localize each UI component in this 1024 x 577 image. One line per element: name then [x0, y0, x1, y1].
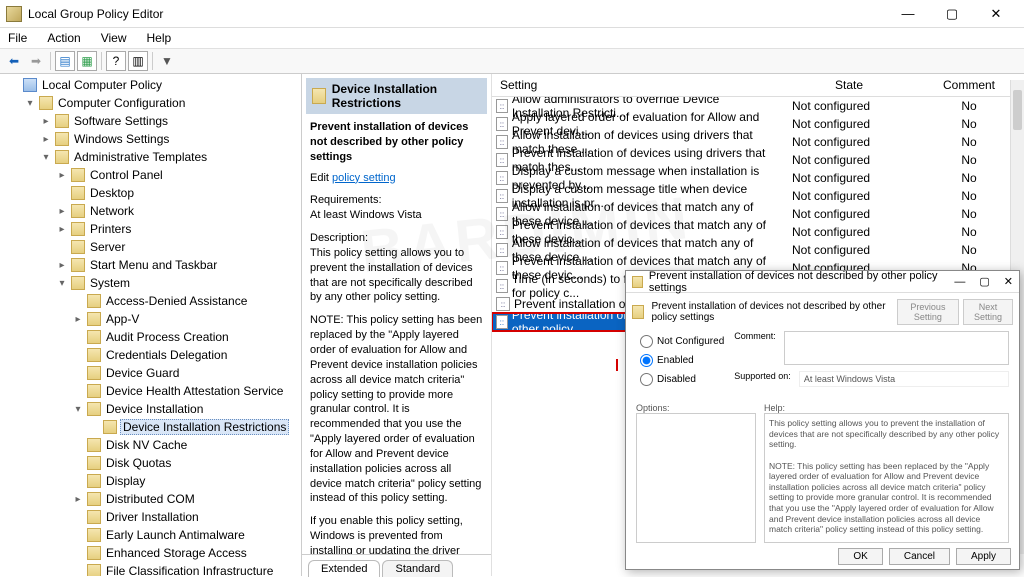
- options-label: Options:: [636, 403, 756, 413]
- radio-disabled[interactable]: Disabled: [640, 373, 724, 386]
- tree-item[interactable]: ▾Computer Configuration: [0, 94, 301, 112]
- back-button[interactable]: ⬅: [4, 51, 24, 71]
- tree-item[interactable]: Early Launch Antimalware: [0, 526, 301, 544]
- description-column: Device Installation Restrictions Prevent…: [302, 74, 492, 576]
- tree-pane[interactable]: Local Computer Policy▾Computer Configura…: [0, 74, 302, 576]
- tree-item[interactable]: Disk NV Cache: [0, 436, 301, 454]
- tree-item[interactable]: Device Guard: [0, 364, 301, 382]
- toolbar-btn-1[interactable]: ▤: [55, 51, 75, 71]
- tree-item[interactable]: ▸Windows Settings: [0, 130, 301, 148]
- edit-label: Edit: [310, 172, 332, 184]
- forward-button[interactable]: ➡: [26, 51, 46, 71]
- tree-item[interactable]: Display: [0, 472, 301, 490]
- tree-item[interactable]: Device Installation Restrictions: [0, 418, 301, 436]
- tree-item[interactable]: ▾Administrative Templates: [0, 148, 301, 166]
- tree-item[interactable]: Enhanced Storage Access: [0, 544, 301, 562]
- apply-button[interactable]: Apply: [956, 548, 1011, 565]
- dsc-head: Description:: [310, 232, 368, 244]
- menu-view[interactable]: View: [97, 31, 131, 45]
- tree-item[interactable]: File Classification Infrastructure: [0, 562, 301, 576]
- titlebar: Local Group Policy Editor — ▢ ✕: [0, 0, 1024, 28]
- tree-item[interactable]: ▸Software Settings: [0, 112, 301, 130]
- refresh-button[interactable]: ?: [106, 51, 126, 71]
- close-button[interactable]: ✕: [974, 1, 1018, 27]
- comment-input[interactable]: [784, 331, 1009, 365]
- tree-item[interactable]: Access-Denied Assistance: [0, 292, 301, 310]
- menubar: File Action View Help: [0, 28, 1024, 48]
- menu-action[interactable]: Action: [43, 31, 84, 45]
- policy-setting-link[interactable]: policy setting: [332, 172, 396, 184]
- tree-item[interactable]: Audit Process Creation: [0, 328, 301, 346]
- ok-button[interactable]: OK: [838, 548, 882, 565]
- tree-item[interactable]: ▸App-V: [0, 310, 301, 328]
- comment-label: Comment:: [734, 331, 776, 341]
- dialog-icon: [632, 276, 643, 288]
- help-box[interactable]: This policy setting allows you to preven…: [764, 413, 1009, 543]
- tree-item[interactable]: Desktop: [0, 184, 301, 202]
- tree-item[interactable]: ▸Printers: [0, 220, 301, 238]
- window-title: Local Group Policy Editor: [28, 7, 886, 21]
- dialog-title: Prevent installation of devices not desc…: [649, 270, 942, 294]
- toolbar: ⬅ ➡ ▤ ▦ ? ▥ ▼: [0, 48, 1024, 74]
- maximize-button[interactable]: ▢: [930, 1, 974, 27]
- supported-text: At least Windows Vista: [799, 371, 1009, 387]
- radio-not-configured[interactable]: Not Configured: [640, 335, 724, 348]
- tree-item[interactable]: ▾System: [0, 274, 301, 292]
- tree-item[interactable]: Driver Installation: [0, 508, 301, 526]
- dialog-subtitle: Prevent installation of devices not desc…: [652, 301, 889, 323]
- tree-item[interactable]: Credentials Delegation: [0, 346, 301, 364]
- col-comment[interactable]: Comment: [914, 74, 1024, 96]
- cancel-button[interactable]: Cancel: [889, 548, 950, 565]
- tree-item[interactable]: Disk Quotas: [0, 454, 301, 472]
- tree-item[interactable]: Local Computer Policy: [0, 76, 301, 94]
- desc-p2: NOTE: This policy setting has been repla…: [310, 313, 483, 506]
- prev-setting-button[interactable]: Previous Setting: [897, 299, 959, 325]
- options-box: [636, 413, 756, 543]
- policy-dialog: Prevent installation of devices not desc…: [625, 270, 1020, 570]
- req-text: At least Windows Vista: [310, 209, 422, 221]
- tree-item[interactable]: ▾Device Installation: [0, 400, 301, 418]
- tab-standard[interactable]: Standard: [382, 560, 453, 577]
- highlight-marker: [616, 359, 618, 371]
- dialog-min[interactable]: —: [954, 276, 965, 288]
- filter-button[interactable]: ▼: [157, 51, 177, 71]
- desc-header-text: Device Installation Restrictions: [332, 82, 481, 110]
- radio-enabled[interactable]: Enabled: [640, 354, 724, 367]
- tab-extended[interactable]: Extended: [308, 560, 380, 577]
- col-state[interactable]: State: [784, 74, 914, 96]
- next-setting-button[interactable]: Next Setting: [963, 299, 1013, 325]
- supported-label: Supported on:: [734, 371, 791, 381]
- dialog-close[interactable]: ✕: [1004, 275, 1013, 288]
- col-setting[interactable]: Setting: [492, 74, 784, 96]
- menu-file[interactable]: File: [4, 31, 31, 45]
- req-head: Requirements:: [310, 194, 382, 206]
- tree-item[interactable]: ▸Control Panel: [0, 166, 301, 184]
- dialog-policy-icon: [632, 305, 644, 319]
- menu-help[interactable]: Help: [143, 31, 176, 45]
- desc-p3: If you enable this policy setting, Windo…: [310, 514, 483, 554]
- toolbar-btn-3[interactable]: ▥: [128, 51, 148, 71]
- dialog-max[interactable]: ▢: [979, 275, 989, 288]
- help-label: Help:: [764, 403, 1009, 413]
- tree-item[interactable]: ▸Start Menu and Taskbar: [0, 256, 301, 274]
- app-icon: [6, 6, 22, 22]
- desc-header: Device Installation Restrictions: [306, 78, 487, 114]
- tree-item[interactable]: ▸Distributed COM: [0, 490, 301, 508]
- minimize-button[interactable]: —: [886, 1, 930, 27]
- tree-item[interactable]: ▸Network: [0, 202, 301, 220]
- tree-item[interactable]: Device Health Attestation Service: [0, 382, 301, 400]
- desc-title: Prevent installation of devices not desc…: [310, 120, 483, 165]
- folder-icon: [312, 88, 326, 104]
- toolbar-btn-2[interactable]: ▦: [77, 51, 97, 71]
- desc-p1: This policy setting allows you to preven…: [310, 247, 473, 304]
- tree-item[interactable]: Server: [0, 238, 301, 256]
- tabstrip: Extended Standard: [302, 554, 491, 576]
